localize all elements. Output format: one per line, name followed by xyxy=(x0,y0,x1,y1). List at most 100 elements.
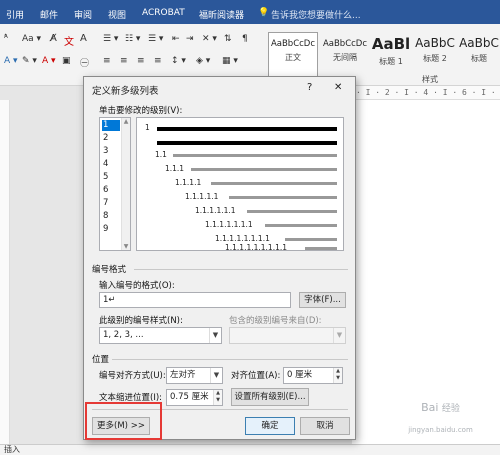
chevron-down-icon: ▼ xyxy=(333,328,345,343)
style-title[interactable]: AaBbC 标题 xyxy=(458,32,500,78)
tab-review[interactable]: 审阅 xyxy=(74,8,92,21)
tab-view[interactable]: 视图 xyxy=(108,8,126,21)
number-style-label: 此级别的编号样式(N): xyxy=(99,316,183,326)
align-center-icon[interactable]: ≡ xyxy=(120,56,128,66)
preview-number: 1.1.1.1.1.1.1.1.1 xyxy=(225,243,288,252)
scroll-down-icon[interactable]: ▼ xyxy=(122,243,130,250)
list-item[interactable]: 2 xyxy=(102,133,120,144)
include-level-select: ▼ xyxy=(229,327,346,344)
line-spacing-icon[interactable]: ↕ ▾ xyxy=(171,56,186,66)
preview-line xyxy=(265,224,337,227)
spinner-arrows-icon[interactable]: ▲ ▼ xyxy=(213,390,222,405)
divider xyxy=(134,269,348,270)
chinese-layout-icon[interactable]: ✕ ▾ xyxy=(202,34,217,44)
borders-icon[interactable]: ▦ ▾ xyxy=(222,56,238,66)
include-level-label: 包含的级别编号来自(D): xyxy=(229,316,322,326)
tab-references[interactable]: 引用 xyxy=(6,8,24,21)
dialog-title: 定义新多级列表 xyxy=(92,86,159,97)
level-label: 单击要修改的级别(V): xyxy=(99,106,183,116)
preview-line xyxy=(305,247,337,250)
highlight-icon[interactable]: ✎ ▾ xyxy=(22,56,37,66)
preview-row-8: 1.1.1.1.1.1.1.1 xyxy=(215,235,341,243)
style-name: 无间隔 xyxy=(333,53,357,62)
grow-font-icon[interactable]: ᴬ̂ xyxy=(4,34,8,44)
number-style-select[interactable]: 1, 2, 3, ... ▼ xyxy=(99,327,222,344)
preview-row-7: 1.1.1.1.1.1.1 xyxy=(205,221,341,229)
spinner-arrows-icon[interactable]: ▲ ▼ xyxy=(333,368,342,383)
change-case-icon[interactable]: Aa ▾ xyxy=(22,34,41,44)
list-item[interactable]: 3 xyxy=(102,146,120,157)
font-color-icon[interactable]: A ▾ xyxy=(42,56,56,66)
number-format-input[interactable]: 1↵ xyxy=(99,292,291,308)
style-name: 正文 xyxy=(285,53,301,62)
align-left-icon[interactable]: ≡ xyxy=(103,56,111,66)
vertical-ruler xyxy=(0,100,10,444)
preview-line xyxy=(247,210,337,213)
char-shading-icon[interactable]: ▣ xyxy=(62,56,71,66)
show-marks-icon[interactable]: ¶ xyxy=(242,34,248,44)
list-item[interactable]: 1 xyxy=(102,120,120,131)
align-right-icon[interactable]: ≡ xyxy=(137,56,145,66)
enclose-char-icon[interactable]: ㊀ xyxy=(80,56,89,69)
alignment-select[interactable]: 左对齐 ▼ xyxy=(166,367,223,384)
sort-icon[interactable]: ⇅ xyxy=(224,34,232,44)
increase-indent-icon[interactable]: ⇥ xyxy=(186,34,194,44)
level-list[interactable]: 1 2 3 4 5 6 7 8 9 ▲ ▼ xyxy=(99,117,131,251)
clear-format-icon[interactable]: A̸ xyxy=(50,33,57,44)
font-button[interactable]: 字体(F)... xyxy=(299,292,346,308)
list-item[interactable]: 8 xyxy=(102,211,120,222)
tab-acrobat[interactable]: ACROBAT xyxy=(142,8,185,18)
justify-icon[interactable]: ≡ xyxy=(154,56,162,66)
border-char-icon[interactable]: A xyxy=(80,33,87,44)
help-button[interactable]: ? xyxy=(307,82,312,93)
alignment-label: 编号对齐方式(U): xyxy=(99,371,166,381)
bullets-icon[interactable]: ☰ ▾ xyxy=(103,34,118,44)
set-all-levels-button[interactable]: 设置所有级别(E)... xyxy=(231,388,309,406)
style-heading-2[interactable]: AaBbC 标题 2 xyxy=(414,32,456,78)
numbering-icon[interactable]: ☷ ▾ xyxy=(125,34,140,44)
scroll-up-icon[interactable]: ▲ xyxy=(122,118,130,125)
chevron-down-icon[interactable]: ▼ xyxy=(210,368,222,383)
preview-number: 1.1 xyxy=(155,150,167,159)
indent-spinner[interactable]: 0.75 厘米 ▲ ▼ xyxy=(166,389,223,406)
style-heading-1[interactable]: AaBl 标题 1 xyxy=(370,32,412,78)
list-item[interactable]: 6 xyxy=(102,185,120,196)
cancel-button[interactable]: 取消 xyxy=(300,417,350,435)
status-bar: 插入 xyxy=(0,444,500,455)
number-format-heading: 编号格式 xyxy=(92,265,127,275)
phonetic-icon[interactable]: 文 xyxy=(64,33,74,48)
number-style-value: 1, 2, 3, ... xyxy=(103,330,144,340)
preview-row-2: 1.1 xyxy=(155,151,341,159)
list-item[interactable]: 4 xyxy=(102,159,120,170)
tab-foxit-reader[interactable]: 福昕阅读器 xyxy=(199,8,244,21)
preview-number: 1.1.1 xyxy=(165,164,185,173)
alignment-value: 左对齐 xyxy=(170,370,196,380)
style-no-spacing[interactable]: AaBbCcDc 无间隔 xyxy=(320,32,370,78)
list-preview: 1 1.1 1.1.1 1.1.1.1 1.1.1.1.1 1.1.1.1.1.… xyxy=(136,117,344,252)
preview-row-3: 1.1.1 xyxy=(165,165,341,173)
preview-line-dark xyxy=(157,138,337,146)
position-heading: 位置 xyxy=(92,355,110,365)
tell-me-search[interactable]: 告诉我您想要做什么... xyxy=(271,8,361,21)
align-at-value: 0 厘米 xyxy=(287,370,313,380)
shading-icon[interactable]: ◈ ▾ xyxy=(196,56,210,66)
level-scrollbar[interactable]: ▲ ▼ xyxy=(121,118,130,250)
align-at-spinner[interactable]: 0 厘米 ▲ ▼ xyxy=(283,367,343,384)
text-effects-icon[interactable]: A ▾ xyxy=(4,56,18,66)
decrease-indent-icon[interactable]: ⇤ xyxy=(172,34,180,44)
close-icon[interactable]: ✕ xyxy=(334,82,342,93)
tab-mailings[interactable]: 邮件 xyxy=(40,8,58,21)
ok-button[interactable]: 确定 xyxy=(245,417,295,435)
watermark: Bai 经验 jingyan.baidu.com xyxy=(408,401,473,434)
chevron-down-icon[interactable]: ▼ xyxy=(209,328,221,343)
format-input-label: 输入编号的格式(O): xyxy=(99,281,175,291)
multilevel-list-icon[interactable]: ☰ ▾ xyxy=(148,34,163,44)
style-normal[interactable]: AaBbCcDc 正文 xyxy=(268,32,318,78)
list-item[interactable]: 7 xyxy=(102,198,120,209)
list-item[interactable]: 9 xyxy=(102,224,120,235)
document-page[interactable] xyxy=(352,86,500,444)
preview-line xyxy=(191,168,337,171)
styles-group-label: 样式 xyxy=(422,75,438,84)
preview-number: 1 xyxy=(145,123,150,132)
list-item[interactable]: 5 xyxy=(102,172,120,183)
